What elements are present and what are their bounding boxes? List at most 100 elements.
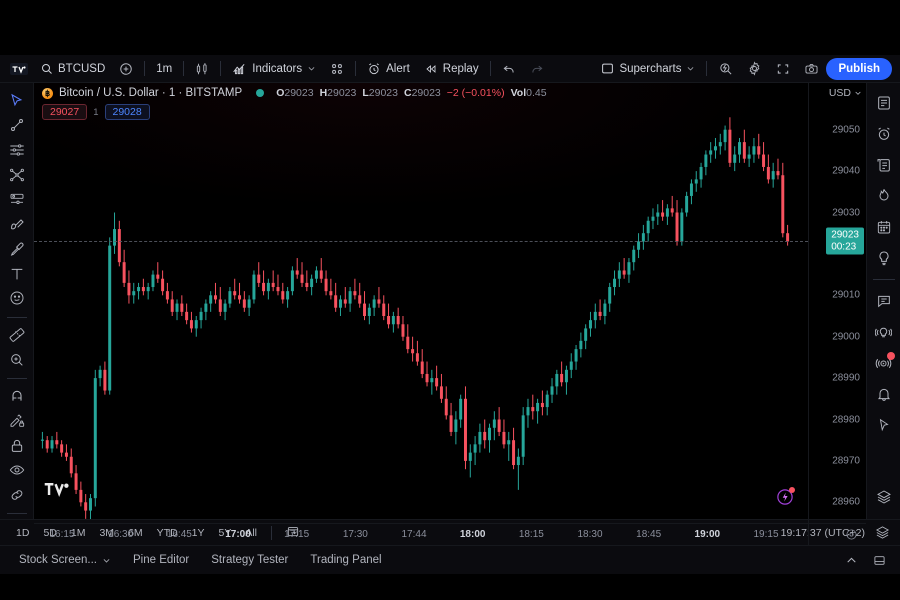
follow-cursor-panel[interactable] xyxy=(870,411,898,439)
layers-icon xyxy=(876,489,892,505)
ohlc-val-c: 29023 xyxy=(411,87,441,99)
eyedropper-tool[interactable] xyxy=(3,237,31,260)
status-tab-label: Pine Editor xyxy=(132,554,190,566)
broadcast-badge-dot xyxy=(886,352,895,360)
zoom-in-icon xyxy=(9,352,25,368)
time-axis[interactable]: 16:15 16:30 16:45 17:00 17:15 17:30 17:44 18:00… xyxy=(34,523,866,545)
status-tab-2[interactable]: Strategy Tester xyxy=(202,550,297,570)
cursor-tool[interactable] xyxy=(3,89,31,112)
replay-label: Replay xyxy=(442,62,479,75)
time-tick: 16:45 xyxy=(166,529,192,540)
trend-line-tool[interactable] xyxy=(3,114,31,137)
patterns-tool[interactable] xyxy=(3,188,31,211)
toolbar-divider xyxy=(220,61,222,76)
status-tab-label: Stock Screen... xyxy=(19,554,97,566)
publish-button[interactable]: Publish xyxy=(826,57,892,80)
layers-icon[interactable] xyxy=(875,525,890,540)
price-tick: 28990 xyxy=(832,372,860,384)
undo-arrow-icon xyxy=(502,62,516,76)
calendar-icon xyxy=(876,219,892,235)
broadcast-lightbulb-icon xyxy=(875,324,892,341)
buy-price-badge[interactable]: 29028 xyxy=(104,104,150,120)
ohlc-values: O29023 H29023 L29023 C29023 −2 (−0.01%) … xyxy=(276,87,546,99)
text-tool[interactable] xyxy=(3,262,31,285)
chevron-down-icon xyxy=(854,89,862,97)
sync-drawings-tool[interactable] xyxy=(3,484,31,507)
supercharts-button[interactable]: Supercharts xyxy=(594,58,702,80)
ideas-panel[interactable] xyxy=(870,244,898,272)
fullscreen-button[interactable] xyxy=(769,58,797,80)
current-price-badge[interactable]: 29023 00:23 xyxy=(826,227,864,255)
ohlc-val-l: 29023 xyxy=(368,87,398,99)
status-tab-3[interactable]: Trading Panel xyxy=(301,550,390,570)
hide-drawings-tool[interactable] xyxy=(3,459,31,482)
layouts-button[interactable] xyxy=(323,58,351,80)
chat-panel[interactable] xyxy=(870,287,898,315)
camera-icon xyxy=(804,62,819,76)
fib-tool[interactable] xyxy=(3,163,31,186)
redo-arrow-icon xyxy=(530,62,544,76)
undo-button[interactable] xyxy=(495,58,523,80)
chart-pane[interactable]: Bitcoin / U.S. Dollar · 1 · BITSTAMP O29… xyxy=(34,83,866,545)
layers-panel[interactable] xyxy=(870,483,898,511)
tradingview-watermark xyxy=(44,482,70,503)
layout-square-icon xyxy=(601,62,614,75)
emoji-tool[interactable] xyxy=(3,287,31,310)
quick-search-icon xyxy=(718,61,733,76)
interval-button[interactable]: 1m xyxy=(149,58,179,80)
ohlc-key-c: C xyxy=(403,87,412,99)
indicators-button[interactable]: Indicators xyxy=(225,58,323,80)
time-axis-settings-button[interactable] xyxy=(845,528,858,546)
streams-panel[interactable] xyxy=(870,318,898,346)
symbol-search-button[interactable]: BTCUSD xyxy=(34,58,112,80)
zoom-tool[interactable] xyxy=(3,348,31,371)
horizontal-lines-tool[interactable] xyxy=(3,138,31,161)
price-tick: 29040 xyxy=(832,165,860,177)
timeframe-button-1d[interactable]: 1D xyxy=(10,525,35,541)
collapse-panel-button[interactable] xyxy=(840,549,862,571)
bitcoin-icon xyxy=(42,87,53,99)
redo-button[interactable] xyxy=(523,58,551,80)
time-tick: 16:15 xyxy=(49,529,75,540)
replay-button[interactable]: Replay xyxy=(417,58,486,80)
snapshot-button[interactable] xyxy=(797,58,826,80)
price-tick: 28980 xyxy=(832,414,860,425)
add-symbol-button[interactable] xyxy=(112,58,140,80)
flash-circle-icon[interactable] xyxy=(776,487,795,511)
supercharts-label: Supercharts xyxy=(619,62,682,75)
drawing-mode-tool[interactable] xyxy=(3,409,31,432)
measure-tool[interactable] xyxy=(3,323,31,346)
price-tick: 29030 xyxy=(832,207,860,218)
price-axis[interactable]: USD 29050 29040 29030 29010 29000 28990 28980 2… xyxy=(808,83,866,545)
currency-selector[interactable]: USD xyxy=(829,87,862,99)
data-window-panel[interactable] xyxy=(870,151,898,179)
price-tick: 28960 xyxy=(832,496,860,508)
brush-tool[interactable] xyxy=(3,213,31,236)
alerts-panel[interactable] xyxy=(870,120,898,148)
sell-price-badge[interactable]: 29027 xyxy=(42,104,88,120)
tradingview-logo-icon[interactable] xyxy=(8,59,30,79)
quick-search-button[interactable] xyxy=(711,58,740,80)
lock-drawings-tool[interactable] xyxy=(3,434,31,457)
calendar-panel[interactable] xyxy=(870,213,898,241)
watchlist-panel[interactable] xyxy=(870,89,898,117)
status-tab-1[interactable]: Pine Editor xyxy=(124,550,198,570)
pointer-icon xyxy=(877,418,891,432)
status-tab-0[interactable]: Stock Screen... xyxy=(10,550,120,570)
alert-button[interactable]: Alert xyxy=(360,58,417,80)
symbol-title[interactable]: Bitcoin / U.S. Dollar · 1 · BITSTAMP xyxy=(59,87,242,99)
time-tick: 19:15 xyxy=(753,529,779,540)
toolbar-divider xyxy=(355,61,357,76)
spread-value: 1 xyxy=(93,106,99,118)
indicators-icon xyxy=(232,62,247,76)
notifications-panel[interactable] xyxy=(870,380,898,408)
settings-button[interactable] xyxy=(740,58,769,80)
magnet-tool[interactable] xyxy=(3,385,31,408)
alert-label: Alert xyxy=(386,62,410,75)
chart-legend: Bitcoin / U.S. Dollar · 1 · BITSTAMP O29… xyxy=(42,87,547,120)
bell-icon xyxy=(876,386,892,402)
hotlist-panel[interactable] xyxy=(870,182,898,210)
chart-style-button[interactable] xyxy=(188,58,216,80)
maximize-panel-button[interactable] xyxy=(868,549,890,571)
broadcast-panel[interactable] xyxy=(870,349,898,377)
